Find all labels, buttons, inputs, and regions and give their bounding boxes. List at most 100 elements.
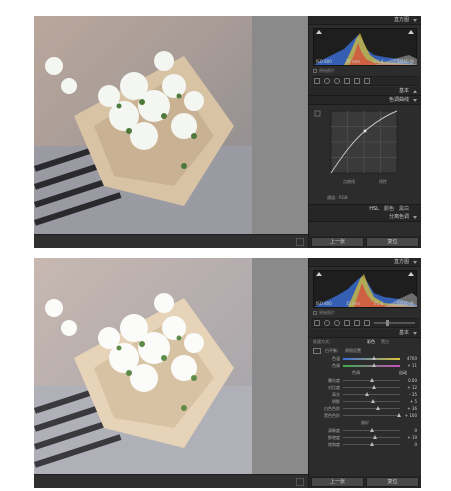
- original-photo-row[interactable]: 原始照片: [313, 67, 417, 75]
- tool-slider-knob[interactable]: [386, 320, 390, 326]
- slider-label: 高光: [332, 391, 340, 397]
- filmstrip-toggle-icon[interactable]: [296, 478, 304, 486]
- tone-curve[interactable]: 点曲线 线性: [313, 107, 417, 192]
- slider-track[interactable]: [343, 399, 400, 403]
- exif-aperture: f/1.4: [374, 301, 384, 306]
- highlight-clipping-icon[interactable]: [408, 30, 414, 34]
- curve-mode-label[interactable]: 线性: [379, 179, 387, 185]
- slider-track[interactable]: [343, 406, 400, 410]
- slider-knob[interactable]: [372, 435, 377, 439]
- slider-label: 黑色色阶: [324, 412, 340, 418]
- slider-label: 白色色阶: [324, 405, 340, 411]
- graduated-filter-icon[interactable]: [344, 78, 350, 84]
- reset-button[interactable]: 复位: [366, 237, 419, 247]
- exif-shutter: 1/250 秒: [397, 59, 414, 64]
- expand-icon: [413, 90, 417, 93]
- slider-track[interactable]: [343, 385, 400, 389]
- slider-track[interactable]: [343, 442, 400, 446]
- original-photo-checkbox[interactable]: [313, 69, 317, 73]
- slider-value[interactable]: + 36: [403, 406, 417, 411]
- target-adjust-icon: [314, 110, 321, 117]
- slider-knob[interactable]: [376, 406, 381, 410]
- slider-track[interactable]: [343, 378, 400, 382]
- treatment-color-option[interactable]: 彩色: [367, 339, 375, 345]
- flower-photo: [34, 258, 252, 474]
- crop-tool-icon[interactable]: [314, 78, 320, 84]
- slider-row: 清晰度 0: [313, 427, 417, 434]
- previous-button[interactable]: 上一张: [311, 237, 364, 247]
- slider-value[interactable]: 4700: [403, 356, 417, 361]
- slider-knob[interactable]: [369, 428, 374, 432]
- slider-value[interactable]: + 12: [403, 385, 417, 390]
- basic-header[interactable]: 基本: [309, 329, 421, 338]
- shadow-clipping-icon[interactable]: [316, 272, 322, 276]
- wb-select[interactable]: 原照设置: [345, 348, 361, 354]
- slider-track[interactable]: [343, 435, 400, 439]
- slider-knob[interactable]: [364, 392, 369, 396]
- slider-value[interactable]: + 5: [403, 399, 417, 404]
- radial-filter-icon[interactable]: [354, 78, 360, 84]
- presence-sliders: 清晰度 0 鲜艳度 + 19 饱和度 0: [313, 427, 417, 448]
- slider-value[interactable]: + 19: [403, 435, 417, 440]
- slider-label: 饱和度: [328, 441, 340, 447]
- radial-filter-icon[interactable]: [354, 320, 360, 326]
- previous-button[interactable]: 上一张: [311, 477, 364, 487]
- spot-removal-icon[interactable]: [324, 320, 330, 326]
- slider-knob[interactable]: [372, 355, 377, 360]
- slider-knob[interactable]: [372, 362, 377, 367]
- slider-label: 色温: [332, 355, 340, 361]
- slider-value[interactable]: 0: [403, 442, 417, 447]
- slider-track[interactable]: [343, 355, 400, 360]
- slider-knob[interactable]: [371, 385, 376, 389]
- channel-row[interactable]: 通道：RGB: [313, 193, 417, 203]
- tone-curve-header[interactable]: 色调曲线: [309, 96, 421, 105]
- slider-knob[interactable]: [370, 399, 375, 403]
- graduated-filter-icon[interactable]: [344, 320, 350, 326]
- white-balance-row: 白平衡： 原照设置: [313, 346, 417, 355]
- crop-tool-icon[interactable]: [314, 320, 320, 326]
- collapse-icon: [413, 332, 417, 335]
- slider-track[interactable]: [343, 392, 400, 396]
- red-eye-icon[interactable]: [334, 78, 340, 84]
- slider-knob[interactable]: [369, 378, 374, 382]
- split-toning-label: 分离色调: [388, 214, 409, 220]
- slider-knob[interactable]: [396, 413, 401, 417]
- original-photo-checkbox[interactable]: [313, 311, 317, 315]
- original-photo-row[interactable]: 原始照片: [313, 309, 417, 317]
- slider-value[interactable]: + 100: [403, 413, 417, 418]
- slider-label: 对比度: [328, 384, 340, 390]
- exif-focal: 35 mm: [345, 301, 360, 306]
- slider-value[interactable]: 0: [403, 428, 417, 433]
- histogram-header[interactable]: 直方图: [309, 258, 421, 267]
- basic-header[interactable]: 基本: [309, 87, 421, 96]
- slider-knob[interactable]: [369, 442, 374, 446]
- lightroom-screen-basic: 直方图 ISO 800 35 mm f/1.4 1/250 秒 原始照片 基本 …: [34, 258, 421, 488]
- tab-bw[interactable]: 黑白: [399, 205, 409, 213]
- split-toning-header[interactable]: 分离色调: [309, 213, 421, 222]
- tab-color[interactable]: 颜色: [384, 205, 394, 213]
- auto-button[interactable]: 自动: [399, 370, 407, 376]
- slider-value[interactable]: + 11: [403, 363, 417, 368]
- flower-photo: [34, 16, 252, 234]
- spot-removal-icon[interactable]: [324, 78, 330, 84]
- filmstrip-toggle-icon[interactable]: [296, 238, 304, 246]
- adjustment-brush-icon[interactable]: [364, 320, 370, 326]
- canvas-background: [252, 16, 308, 234]
- histogram-header[interactable]: 直方图: [309, 16, 421, 25]
- reset-button[interactable]: 复位: [366, 477, 419, 487]
- tab-hsl[interactable]: HSL: [369, 205, 379, 213]
- slider-track[interactable]: [343, 413, 401, 417]
- slider-value[interactable]: - 35: [403, 392, 417, 397]
- highlight-clipping-icon[interactable]: [408, 272, 414, 276]
- slider-row: 阴影 + 5: [313, 398, 417, 405]
- adjustment-brush-icon[interactable]: [364, 78, 370, 84]
- exif-info: ISO 800 35 mm f/1.4 1/250 秒: [316, 301, 414, 306]
- slider-track[interactable]: [343, 362, 400, 367]
- treatment-bw-option[interactable]: 黑白: [381, 339, 389, 345]
- red-eye-icon[interactable]: [334, 320, 340, 326]
- slider-value[interactable]: 0.00: [403, 378, 417, 383]
- tool-slider[interactable]: [374, 320, 415, 326]
- eyedropper-icon[interactable]: [313, 347, 321, 354]
- shadow-clipping-icon[interactable]: [316, 30, 322, 34]
- slider-track[interactable]: [343, 428, 400, 432]
